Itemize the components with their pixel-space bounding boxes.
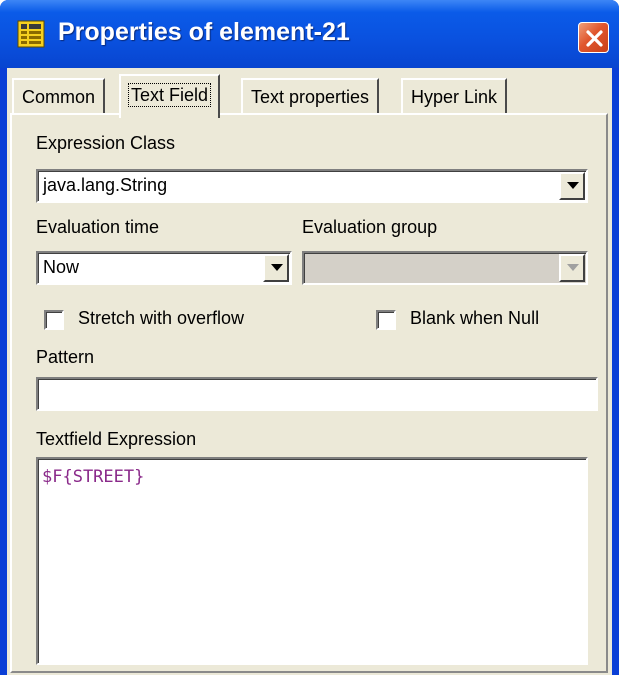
window-frame-left	[0, 68, 7, 675]
textfield-expression-label: Textfield Expression	[36, 429, 197, 449]
evaluation-group-select[interactable]	[302, 251, 588, 285]
expression-class-select[interactable]: java.lang.String	[36, 169, 588, 203]
evaluation-group-label: Evaluation group	[302, 217, 438, 237]
pattern-label: Pattern	[36, 347, 95, 367]
textfield-expression-editor[interactable]: $F{STREET}	[36, 457, 588, 665]
dialog-client-area: Common Text Field Text properties Hyper …	[7, 68, 612, 675]
close-button[interactable]	[578, 22, 609, 53]
evaluation-time-label: Evaluation time	[36, 217, 160, 237]
evaluation-time-dropdown-button[interactable]	[263, 254, 289, 282]
title-bar[interactable]: Properties of element-21	[0, 0, 619, 68]
evaluation-time-select[interactable]: Now	[36, 251, 292, 285]
properties-dialog: Properties of element-21 Common Text Fie…	[0, 0, 619, 675]
blank-when-null-label: Blank when Null	[410, 308, 540, 328]
tab-hyper-link-label: Hyper Link	[411, 87, 498, 107]
tab-text-properties[interactable]: Text properties	[241, 78, 380, 114]
expression-class-dropdown-button[interactable]	[559, 172, 585, 200]
blank-when-null-checkbox[interactable]	[376, 310, 396, 330]
expression-class-value: java.lang.String	[43, 175, 168, 195]
report-icon	[17, 20, 45, 48]
window-frame-right	[612, 68, 619, 675]
tab-common[interactable]: Common	[12, 78, 106, 114]
tab-common-label: Common	[22, 87, 96, 107]
stretch-with-overflow-label: Stretch with overflow	[78, 308, 245, 328]
tab-text-field[interactable]: Text Field	[119, 74, 221, 118]
expression-class-label: Expression Class	[36, 133, 176, 153]
textfield-expression-value: $F{STREET}	[42, 467, 145, 487]
tab-hyper-link[interactable]: Hyper Link	[401, 78, 508, 114]
evaluation-group-dropdown-button[interactable]	[559, 254, 585, 282]
close-icon	[586, 30, 603, 47]
tab-text-properties-label: Text properties	[251, 87, 370, 107]
text-field-panel: Expression Class java.lang.String Evalua…	[10, 113, 608, 673]
chevron-down-icon	[567, 182, 579, 189]
tab-text-field-label: Text Field	[127, 83, 212, 107]
evaluation-time-value: Now	[43, 257, 80, 277]
stretch-with-overflow-checkbox[interactable]	[44, 310, 64, 330]
chevron-down-icon	[567, 264, 579, 271]
chevron-down-icon	[271, 264, 283, 271]
dialog-title: Properties of element-21	[58, 18, 350, 46]
pattern-input[interactable]	[36, 377, 598, 411]
